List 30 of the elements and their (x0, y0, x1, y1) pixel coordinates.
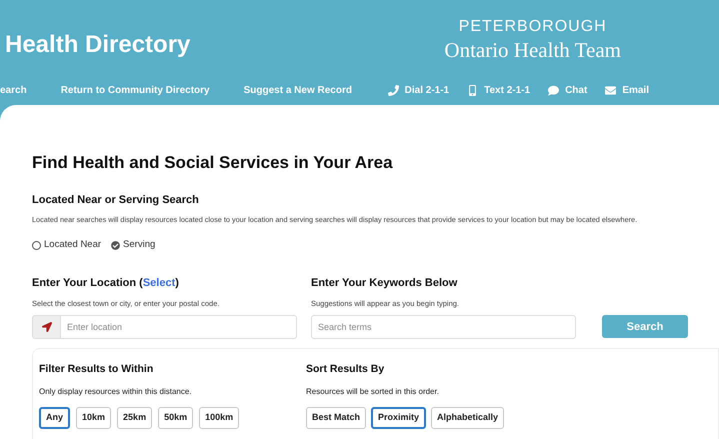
section-title: Filter Results to Within (39, 362, 154, 378)
phone-icon (388, 84, 399, 96)
option-button[interactable]: 100km (199, 407, 240, 430)
section-title: Sort Results By (306, 362, 386, 378)
chat-icon (548, 84, 560, 96)
radio-option[interactable]: Located Near (32, 238, 102, 253)
option-button[interactable]: Any (39, 407, 70, 430)
option-button[interactable]: 25km (117, 407, 152, 430)
logo-text: Ontario Health Team (444, 37, 621, 64)
mobile-icon (467, 84, 478, 96)
hint-text: Only display resources within this distance. (39, 386, 193, 398)
option-button[interactable]: 10km (76, 407, 112, 430)
section-title: Enter Your Keywords Below (311, 276, 458, 291)
option-button[interactable]: 50km (158, 407, 194, 430)
section-title: Located Near or Serving Search (32, 193, 200, 208)
locate-button[interactable] (32, 315, 61, 340)
email-icon (605, 84, 616, 96)
page-heading: Find Health and Social Services in Your Area (32, 154, 394, 171)
site-title: Health Directory (5, 33, 190, 57)
radio-option[interactable]: Serving (111, 238, 156, 253)
hint-text: Resources will be sorted in this order. (306, 386, 440, 398)
section-title: Enter Your Location (Select) (32, 276, 180, 291)
search-field[interactable]: Search terms (311, 315, 576, 340)
location-arrow-icon (42, 322, 52, 332)
option-button[interactable]: Proximity (371, 407, 426, 430)
logo-text: PETERBOROUGH (458, 17, 607, 37)
option-button[interactable]: Alphabetically (431, 407, 504, 430)
option-button[interactable]: Best Match (306, 407, 366, 430)
select-link[interactable]: Select (142, 276, 176, 289)
location-field[interactable]: Enter location (61, 315, 297, 340)
